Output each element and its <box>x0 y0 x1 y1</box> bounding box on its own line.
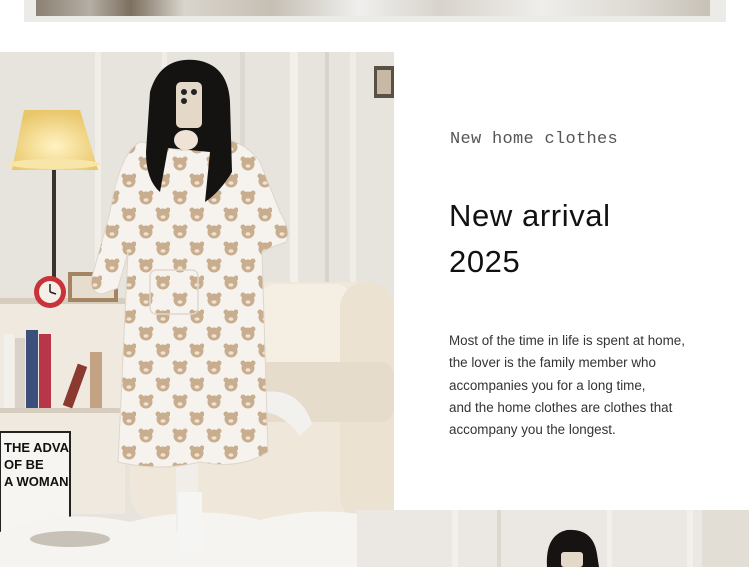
poster-line-3: A WOMAN <box>4 474 69 489</box>
headline: New arrival 2025 <box>449 193 611 285</box>
description-line: and the home clothes are clothes that <box>449 399 673 415</box>
headline-line-1: New arrival <box>449 198 611 233</box>
poster-line-2: OF BE <box>4 457 44 472</box>
product-photo-illustration: THE ADVA OF BE A WOMAN <box>0 52 394 567</box>
description: Most of the time in life is spent at hom… <box>449 330 685 441</box>
description-line: Most of the time in life is spent at hom… <box>449 333 685 348</box>
headline-line-2: 2025 <box>449 244 521 279</box>
description-line: accompany you the longest. <box>449 422 616 438</box>
top-photo-image <box>36 0 710 16</box>
description-line: the lover is the family member who <box>449 355 656 371</box>
secondary-photo-illustration <box>357 510 749 567</box>
top-photo-strip <box>24 0 726 22</box>
description-line: accompanies you for a long time, <box>449 377 646 393</box>
subtitle: New home clothes <box>450 130 619 149</box>
product-photo: THE ADVA OF BE A WOMAN <box>0 52 394 567</box>
poster-line-1: THE ADVA <box>4 440 70 455</box>
secondary-product-photo <box>357 510 749 567</box>
